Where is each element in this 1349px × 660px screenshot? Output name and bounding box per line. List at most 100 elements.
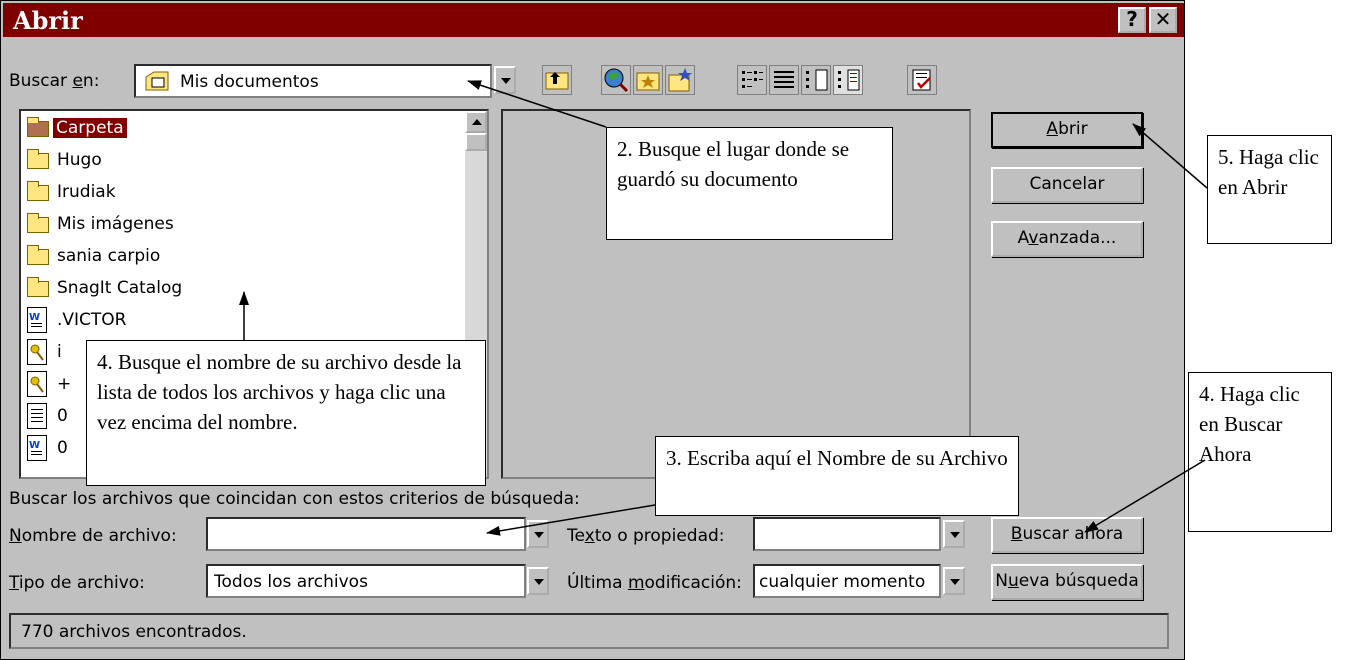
find-now-label: uscar ahora: [1022, 524, 1124, 544]
lookin-label-post: n:: [82, 71, 100, 91]
find-now-button[interactable]: Buscar ahora: [991, 517, 1143, 553]
dialog-title: Abrir: [13, 6, 83, 35]
modified-dropdown-button[interactable]: [943, 567, 965, 595]
folder-icon: [27, 213, 49, 233]
callout-step-2: 2. Busque el lugar donde se guardó su do…: [606, 127, 893, 240]
properties-view-icon[interactable]: [801, 65, 831, 95]
criteria-heading: Buscar los archivos que coincidan con es…: [9, 489, 580, 509]
lookin-dropdown-button[interactable]: [494, 66, 516, 94]
folder-icon: [27, 181, 49, 201]
filename-label-text: ombre de archivo:: [21, 526, 177, 546]
callout-step-4-list: 4. Busque el nombre de su archivo desde …: [86, 340, 486, 486]
advanced-label-pre: A: [1017, 228, 1029, 248]
title-bar[interactable]: Abrir ? ✕: [3, 3, 1184, 37]
folder-icon: [27, 277, 49, 297]
preview-view-icon[interactable]: [833, 65, 863, 95]
file-name: .VICTOR: [57, 310, 127, 330]
chevron-down-icon: [501, 78, 511, 84]
chevron-up-icon: [472, 119, 482, 125]
callout-step-5: 5. Haga clic en Abrir: [1207, 135, 1332, 244]
modified-accel: m: [627, 573, 645, 593]
lookin-label-accel: e: [72, 71, 83, 91]
file-name: 0: [57, 406, 68, 426]
help-button[interactable]: ?: [1118, 7, 1146, 33]
new-search-label-post: eva búsqueda: [1018, 571, 1139, 591]
file-name: +: [57, 374, 72, 394]
filename-dropdown-button[interactable]: [527, 520, 549, 548]
text-property-input[interactable]: [753, 517, 941, 551]
file-name: Hugo: [57, 150, 102, 170]
chevron-down-icon: [534, 532, 544, 538]
callout-step-3: 3. Escriba aquí el Nombre de su Archivo: [655, 436, 1019, 516]
add-favorites-icon[interactable]: [665, 65, 695, 95]
up-one-level-icon[interactable]: [542, 65, 572, 95]
text-label-post: to o propiedad:: [594, 526, 725, 546]
callout-step-4-find: 4. Haga clic en Buscar Ahora: [1188, 372, 1332, 532]
new-search-button[interactable]: Nueva búsqueda: [991, 564, 1143, 600]
folder-icon: [27, 245, 49, 265]
lookin-value: Mis documentos: [180, 72, 319, 92]
text-property-label: Texto o propiedad:: [567, 526, 725, 546]
filetype-accel: T: [9, 573, 19, 593]
shortcut-key-icon: [27, 371, 47, 397]
filename-label: Nombre de archivo:: [9, 526, 177, 546]
scroll-thumb[interactable]: [465, 133, 487, 151]
modified-label-post: odificación:: [644, 573, 742, 593]
filetype-value: Todos los archivos: [214, 572, 368, 592]
new-search-accel: u: [1007, 571, 1019, 591]
text-accel: x: [584, 526, 595, 546]
folder-icon: [27, 117, 49, 137]
file-name: Irudiak: [57, 182, 116, 202]
list-view-icon[interactable]: [737, 65, 767, 95]
open-accel: A: [1046, 119, 1059, 139]
open-label: brir: [1058, 119, 1088, 139]
favorites-folder-icon[interactable]: [633, 65, 663, 95]
filename-accel: N: [9, 526, 22, 546]
file-name: 0: [57, 438, 68, 458]
file-name: sania carpio: [57, 246, 161, 266]
open-dialog: Abrir ? ✕ Buscar en: Mis documentos Carp…: [0, 0, 1185, 660]
commands-settings-icon[interactable]: [907, 65, 937, 95]
chevron-down-icon: [950, 579, 960, 585]
cancel-button[interactable]: Cancelar: [991, 167, 1143, 203]
filetype-label-text: ipo de archivo:: [18, 573, 145, 593]
lookin-combobox[interactable]: Mis documentos: [134, 64, 492, 98]
text-property-dropdown-button[interactable]: [943, 520, 965, 548]
documents-folder-icon: [144, 70, 170, 92]
modified-label-pre: Última: [567, 573, 628, 593]
svg-text:W: W: [29, 440, 40, 451]
file-name: i: [57, 342, 62, 362]
advanced-button[interactable]: Avanzada...: [991, 221, 1143, 257]
folder-icon: [27, 149, 49, 169]
details-view-icon[interactable]: [769, 65, 799, 95]
file-name: SnagIt Catalog: [57, 278, 183, 298]
modified-label: Última modificación:: [567, 573, 742, 593]
advanced-accel: v: [1028, 228, 1039, 248]
open-button[interactable]: Abrir: [991, 112, 1143, 148]
word-document-icon: W: [27, 307, 47, 333]
lookin-label-pre: Buscar: [9, 71, 73, 91]
lookin-label: Buscar en:: [9, 71, 99, 91]
chevron-down-icon: [534, 579, 544, 585]
filetype-label: Tipo de archivo:: [9, 573, 145, 593]
svg-text:W: W: [29, 312, 40, 323]
search-web-icon[interactable]: [601, 65, 631, 95]
text-label-pre: Te: [567, 526, 585, 546]
scroll-up-button[interactable]: [465, 111, 487, 133]
filename-input[interactable]: [206, 517, 526, 551]
advanced-label-post: anzada...: [1038, 228, 1117, 248]
file-name: Carpeta: [53, 118, 127, 138]
modified-select[interactable]: cualquier momento: [753, 564, 941, 598]
shortcut-key-icon: [27, 339, 47, 365]
modified-value: cualquier momento: [759, 572, 926, 592]
find-now-accel: B: [1010, 524, 1023, 544]
status-bar: 770 archivos encontrados.: [9, 613, 1169, 649]
filetype-select[interactable]: Todos los archivos: [206, 564, 526, 598]
filetype-dropdown-button[interactable]: [527, 567, 549, 595]
close-button[interactable]: ✕: [1149, 7, 1177, 33]
word-document-icon: W: [27, 435, 47, 461]
text-document-icon: [27, 403, 47, 429]
chevron-down-icon: [950, 532, 960, 538]
status-text: 770 archivos encontrados.: [21, 622, 247, 642]
new-search-label-pre: N: [995, 571, 1008, 591]
